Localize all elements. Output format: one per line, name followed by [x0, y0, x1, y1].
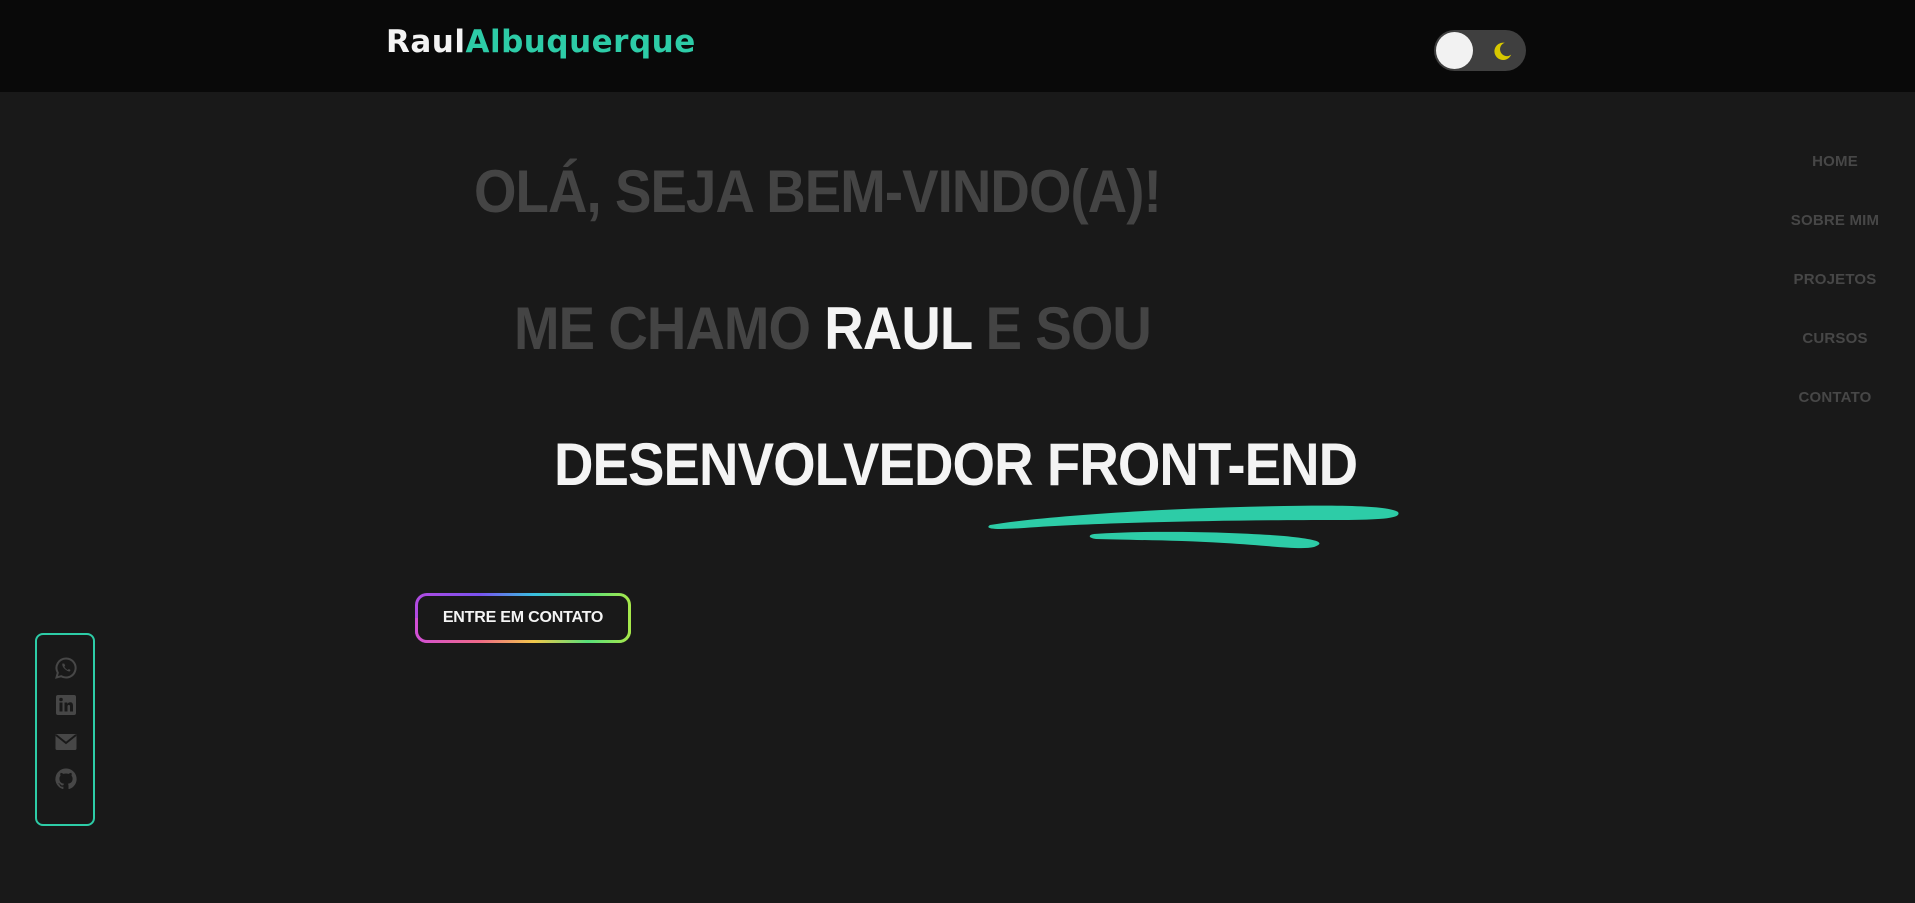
side-nav: HOME SOBRE MIM PROJETOS CURSOS CONTATO [1760, 143, 1910, 438]
logo-last-name: Albuquerque [465, 24, 696, 60]
hero-role: DESENVOLVEDOR FRONT-END [554, 431, 1358, 498]
nav-item-cursos[interactable]: CURSOS [1760, 320, 1910, 379]
nav-item-contato[interactable]: CONTATO [1760, 379, 1910, 438]
social-bar [35, 633, 95, 826]
whatsapp-icon[interactable] [54, 656, 78, 680]
github-icon[interactable] [54, 767, 78, 791]
contact-button[interactable]: ENTRE EM CONTATO [415, 593, 631, 643]
theme-toggle[interactable] [1434, 30, 1526, 71]
logo[interactable]: RaulAlbuquerque [386, 22, 696, 62]
nav-item-sobre-mim[interactable]: SOBRE MIM [1760, 202, 1910, 261]
nav-item-home[interactable]: HOME [1760, 143, 1910, 202]
toggle-knob [1436, 32, 1473, 69]
nav-item-projetos[interactable]: PROJETOS [1760, 261, 1910, 320]
hero-intro: ME CHAMO RAUL E SOU [514, 294, 1152, 364]
email-icon[interactable] [54, 730, 78, 754]
contact-button-label: ENTRE EM CONTATO [418, 596, 628, 640]
hero-intro-post: E SOU [971, 295, 1152, 362]
hero-name: RAUL [824, 295, 972, 362]
header: RaulAlbuquerque [0, 0, 1915, 92]
linkedin-icon[interactable] [54, 693, 78, 717]
brush-underline [988, 505, 1399, 549]
moon-icon [1494, 42, 1512, 61]
logo-first-name: Raul [386, 24, 466, 60]
hero-intro-pre: ME CHAMO [514, 295, 825, 362]
hero-greeting: OLÁ, SEJA BEM-VINDO(A)! [474, 158, 1162, 225]
page: RaulAlbuquerque HOME SOBRE MIM PROJETOS … [0, 0, 1915, 903]
